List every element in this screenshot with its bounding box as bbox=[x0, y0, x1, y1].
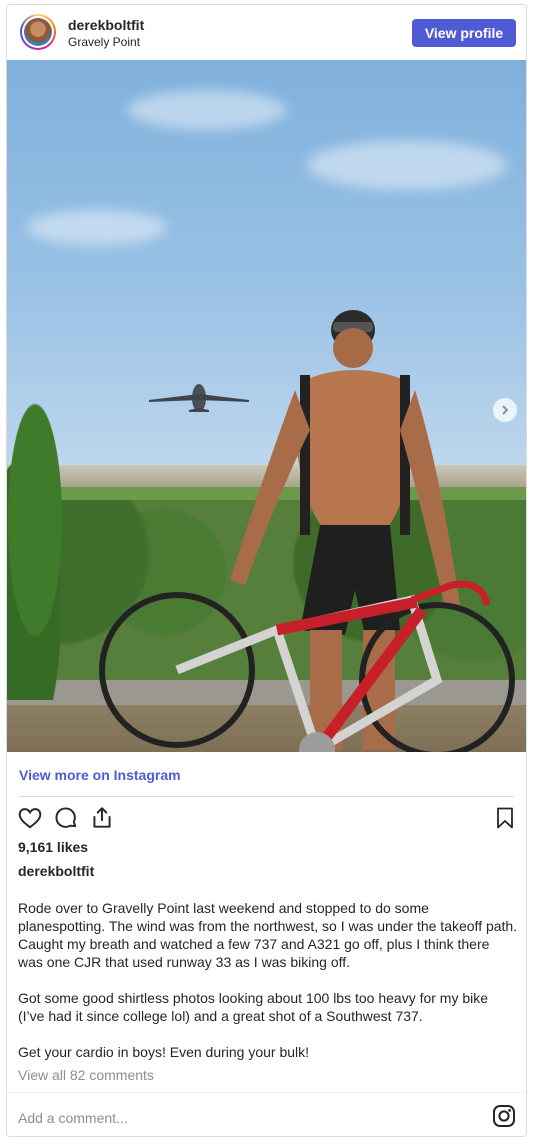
avatar-image bbox=[24, 18, 52, 46]
divider bbox=[19, 796, 514, 797]
bicycle-graphic bbox=[99, 580, 515, 752]
add-comment-input[interactable]: Add a comment... bbox=[18, 1110, 128, 1126]
caption-paragraph: Got some good shirtless photos looking a… bbox=[18, 990, 489, 1024]
post-header: derekboltfit Gravely Point View profile bbox=[7, 5, 526, 60]
post-photo[interactable] bbox=[7, 60, 526, 752]
location-link[interactable]: Gravely Point bbox=[68, 35, 140, 49]
action-bar bbox=[7, 805, 526, 833]
caption-text: Rode over to Gravelly Point last weekend… bbox=[18, 899, 518, 1061]
share-icon[interactable] bbox=[89, 805, 115, 836]
instagram-icon[interactable] bbox=[492, 1104, 516, 1133]
view-more-link[interactable]: View more on Instagram bbox=[19, 767, 181, 783]
username-link[interactable]: derekboltfit bbox=[68, 17, 144, 33]
avatar[interactable] bbox=[20, 14, 56, 50]
heart-icon[interactable] bbox=[17, 805, 43, 836]
caption-paragraph: Rode over to Gravelly Point last weekend… bbox=[18, 900, 518, 970]
bookmark-icon[interactable] bbox=[493, 805, 517, 836]
view-comments-link[interactable]: View all 82 comments bbox=[18, 1067, 154, 1083]
comment-icon[interactable] bbox=[53, 805, 79, 836]
likes-count[interactable]: 9,161 likes bbox=[18, 839, 88, 855]
view-profile-button[interactable]: View profile bbox=[412, 19, 516, 47]
chevron-right-icon[interactable] bbox=[493, 398, 517, 422]
divider bbox=[7, 1092, 526, 1093]
caption-paragraph: Get your cardio in boys! Even during you… bbox=[18, 1044, 310, 1060]
instagram-embed-card: derekboltfit Gravely Point View profile bbox=[6, 4, 527, 1137]
caption-username[interactable]: derekboltfit bbox=[18, 863, 94, 879]
